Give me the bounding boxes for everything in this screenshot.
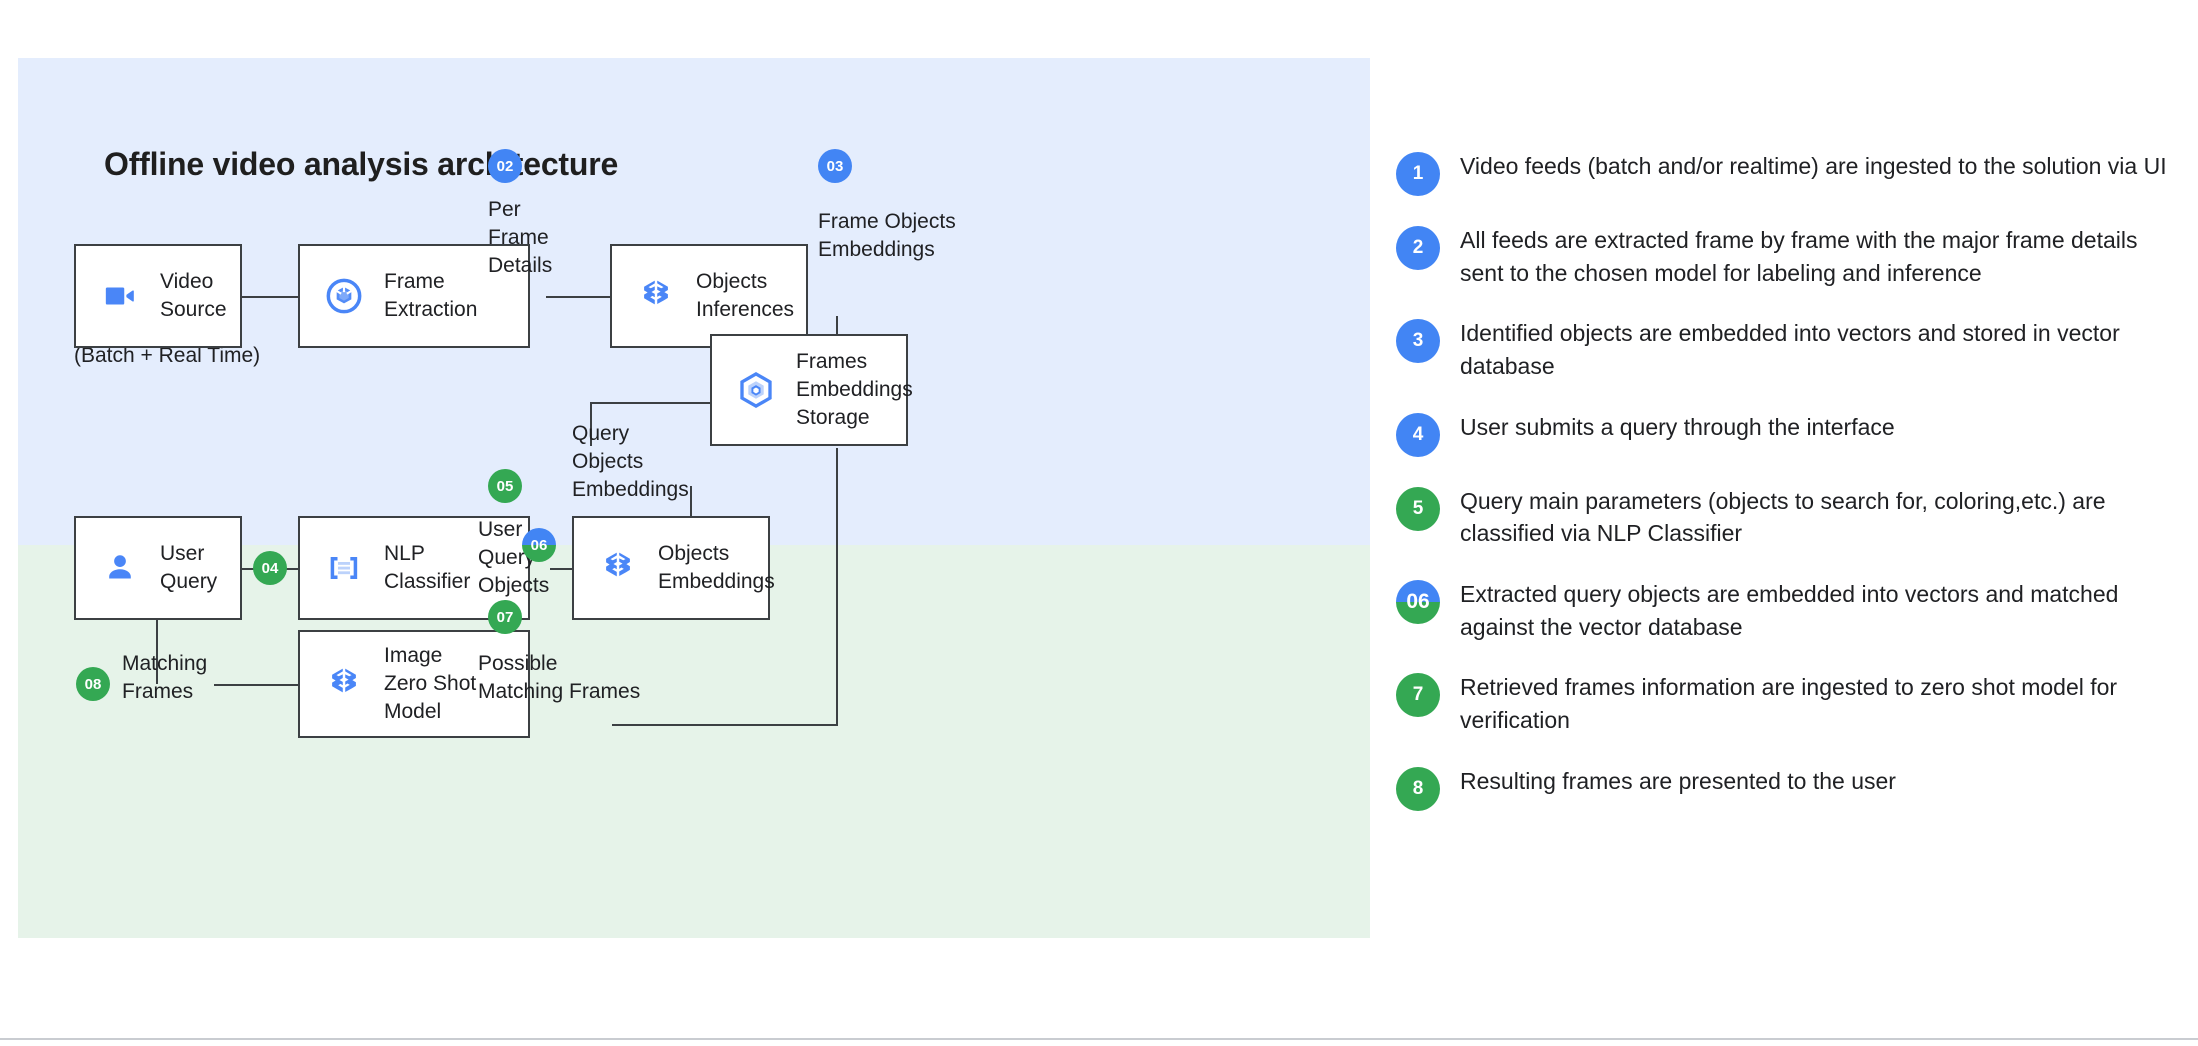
legend-text-1: Video feeds (batch and/or realtime) are … (1460, 150, 2167, 183)
line-video-to-frame (242, 296, 298, 298)
legend-item: 7 Retrieved frames information are inges… (1396, 671, 2176, 736)
badge-03: 03 (818, 149, 852, 183)
node-user-query[interactable]: User Query (74, 516, 242, 620)
badge-02: 02 (488, 149, 522, 183)
node-objects-embeddings-label: Objects Embeddings (658, 540, 775, 596)
legend-badge-5: 5 (1396, 487, 1440, 531)
footer-divider (0, 1038, 2198, 1040)
cube-storage-icon (734, 368, 778, 412)
badge-06: 06 (522, 528, 556, 562)
badge-05: 05 (488, 469, 522, 503)
node-frames-embeddings-storage-label: Frames Embeddings Storage (796, 348, 913, 432)
legend-item: 5 Query main parameters (objects to sear… (1396, 485, 2176, 550)
legend-badge-6: 06 (1396, 580, 1440, 624)
node-objects-embeddings[interactable]: Objects Embeddings (572, 516, 770, 620)
legend-text-4: User submits a query through the interfa… (1460, 411, 1895, 444)
brain-icon (322, 662, 366, 706)
line-storage-down (836, 448, 838, 726)
edge-label-query-objects-embeddings: Query Objects Embeddings (572, 420, 689, 504)
badge-04: 04 (253, 551, 287, 585)
legend-text-2: All feeds are extracted frame by frame w… (1460, 224, 2176, 289)
legend-badge-3: 3 (1396, 319, 1440, 363)
node-user-query-label: User Query (160, 540, 217, 596)
architecture-diagram: Offline video analysis architecture Vide… (18, 58, 1370, 938)
video-camera-icon (98, 274, 142, 318)
legend-item: 06 Extracted query objects are embedded … (1396, 578, 2176, 643)
node-nlp-classifier-label: NLP Classifier (384, 540, 470, 596)
line-storage-to-possible (612, 724, 838, 726)
page-title: Offline video analysis architecture (104, 146, 618, 183)
legend-item: 3 Identified objects are embedded into v… (1396, 317, 2176, 382)
legend-item: 4 User submits a query through the inter… (1396, 411, 2176, 457)
frame-extraction-icon (322, 274, 366, 318)
legend-text-7: Retrieved frames information are ingeste… (1460, 671, 2176, 736)
legend-badge-4: 4 (1396, 413, 1440, 457)
edge-label-per-frame-details: Per Frame Details (488, 196, 552, 280)
nlp-classifier-icon (322, 546, 366, 590)
node-frames-embeddings-storage[interactable]: Frames Embeddings Storage (710, 334, 908, 446)
badge-07: 07 (488, 600, 522, 634)
legend-item: 8 Resulting frames are presented to the … (1396, 765, 2176, 811)
edge-label-frame-objects-embeddings: Frame Objects Embeddings (818, 208, 956, 264)
legend-text-8: Resulting frames are presented to the us… (1460, 765, 1896, 798)
node-frame-extraction-label: Frame Extraction (384, 268, 477, 324)
edge-label-possible-matching-frames: Possible Matching Frames (478, 650, 640, 706)
legend-text-5: Query main parameters (objects to search… (1460, 485, 2176, 550)
badge-08: 08 (76, 667, 110, 701)
legend-badge-8: 8 (1396, 767, 1440, 811)
line-objemb-up (690, 486, 692, 520)
edge-label-matching-frames: Matching Frames (122, 650, 207, 706)
brain-icon (596, 546, 640, 590)
node-image-zero-shot-model-label: Image Zero Shot Model (384, 642, 476, 726)
legend-badge-7: 7 (1396, 673, 1440, 717)
brain-icon (634, 274, 678, 318)
node-video-source[interactable]: Video Source (74, 244, 242, 348)
person-icon (98, 546, 142, 590)
line-storage-left (590, 402, 710, 404)
legend-text-6: Extracted query objects are embedded int… (1460, 578, 2176, 643)
node-video-source-label: Video Source (160, 268, 227, 324)
legend-badge-1: 1 (1396, 152, 1440, 196)
legend-text-3: Identified objects are embedded into vec… (1460, 317, 2176, 382)
node-objects-inferences-label: Objects Inferences (696, 268, 794, 324)
steps-legend: 1 Video feeds (batch and/or realtime) ar… (1396, 150, 2176, 839)
legend-item: 1 Video feeds (batch and/or realtime) ar… (1396, 150, 2176, 196)
legend-item: 2 All feeds are extracted frame by frame… (1396, 224, 2176, 289)
line-matching-to-zeroshot (214, 684, 298, 686)
line-label02-to-objects (546, 296, 610, 298)
node-objects-inferences[interactable]: Objects Inferences (610, 244, 808, 348)
legend-badge-2: 2 (1396, 226, 1440, 270)
